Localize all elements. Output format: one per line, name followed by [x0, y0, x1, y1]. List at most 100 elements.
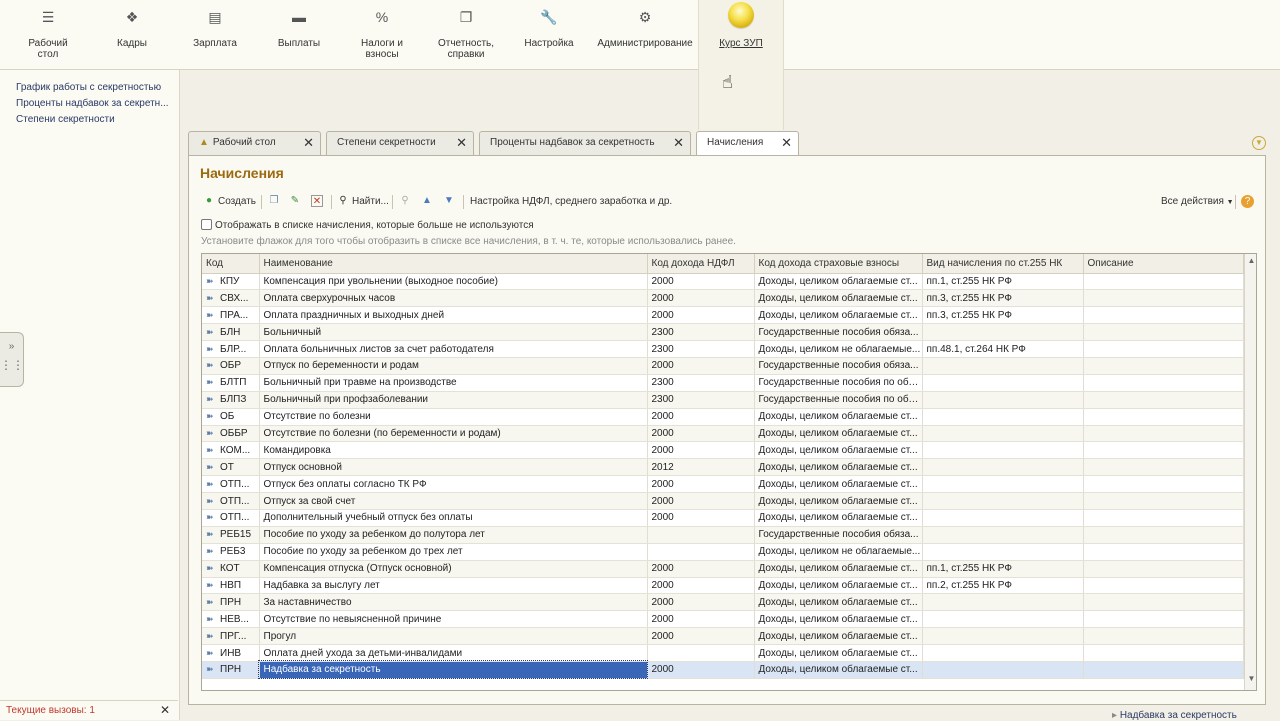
- cell-name: Отпуск без оплаты согласно ТК РФ: [259, 475, 648, 494]
- cell-code: ➽ БЛН: [202, 323, 260, 342]
- table-row[interactable]: ➽ СВХ... Оплата сверхурочных часов 2000 Дохо…: [202, 289, 1244, 308]
- table-row[interactable]: ➽ ОТП... Отпуск за свой счет 2000 Доходы, це…: [202, 492, 1244, 510]
- chevron-down-icon[interactable]: ▼: [1252, 136, 1266, 150]
- cell-name: Отсутствие по невыясненной причине: [259, 610, 648, 629]
- table-row[interactable]: ➽ БЛН Больничный 2300 Государственные пособи…: [202, 323, 1244, 342]
- nav-link-secrecy-schedule[interactable]: График работы с секретностью: [0, 80, 170, 96]
- table-row[interactable]: ➽ ПРГ... Прогул 2000 Доходы, целиком облагае…: [202, 627, 1244, 646]
- find-button[interactable]: ⚲ Найти...: [337, 193, 389, 211]
- table-row[interactable]: ➽ БЛПЗ Больничный при профзаболевании 2300 Г…: [202, 391, 1244, 409]
- column-header-insurance-code[interactable]: Код дохода страховые взносы: [754, 254, 923, 274]
- table-row[interactable]: ➽ РЕБ15 Пособие по уходу за ребенком до по…: [202, 526, 1244, 544]
- column-header-ndfl-code[interactable]: Код дохода НДФЛ: [647, 254, 755, 274]
- close-icon[interactable]: ✕: [160, 703, 170, 717]
- cell-insurance-code: Доходы, целиком облагаемые ст...: [754, 509, 923, 527]
- nav-link-secrecy-percents[interactable]: Проценты надбавок за секретн...: [0, 96, 170, 112]
- cell-ndfl-code: [647, 543, 755, 561]
- checkbox-box[interactable]: [201, 219, 212, 230]
- column-header-code[interactable]: Код: [202, 254, 260, 274]
- create-button[interactable]: ● Создать: [203, 193, 256, 211]
- open-windows-tabs: ▲ Рабочий стол ✕ Степени секретности ✕ Пр…: [188, 131, 1278, 156]
- close-icon[interactable]: ✕: [456, 132, 467, 154]
- column-header-nk255[interactable]: Вид начисления по ст.255 НК: [922, 254, 1084, 274]
- move-down-button[interactable]: ▼: [443, 193, 458, 211]
- mouse-pointer-icon: ☝: [722, 72, 733, 92]
- section-settings[interactable]: 🔧 Настройка: [518, 0, 580, 70]
- table-row[interactable]: ➽ НЕВ... Отсутствие по невыясненной причин…: [202, 610, 1244, 629]
- cell-name: Оплата дней ухода за детьми-инвалидами: [259, 644, 648, 662]
- table-row[interactable]: ➽ БЛТП Больничный при травме на производст…: [202, 374, 1244, 392]
- show-unused-checkbox[interactable]: Отображать в списке начисления, которые …: [201, 219, 534, 231]
- table-row[interactable]: ➽ ОББР Отсутствие по болезни (по беременно…: [202, 425, 1244, 443]
- section-label: Налоги и взносы: [361, 38, 403, 60]
- vertical-scrollbar[interactable]: ▲ ▼: [1244, 254, 1256, 690]
- scroll-up-icon[interactable]: ▲: [1245, 256, 1256, 270]
- cell-code: ➽ КПУ: [202, 273, 260, 291]
- table-row[interactable]: ➽ ПРН За наставничество 2000 Доходы, целиком…: [202, 593, 1244, 612]
- table-row[interactable]: ➽ БЛР... Оплата больничных листов за счет …: [202, 340, 1244, 358]
- tab-accruals[interactable]: Начисления ✕: [696, 131, 799, 156]
- cell-insurance-code: Государственные пособия обяза...: [754, 323, 923, 342]
- mark-delete-button[interactable]: ✕: [311, 193, 326, 211]
- table-row[interactable]: ➽ НВП Надбавка за выслугу лет 2000 Доходы, ц…: [202, 577, 1244, 595]
- section-course-zup[interactable]: Курс ЗУП: [698, 0, 784, 130]
- cell-code: ➽ КОТ: [202, 560, 260, 578]
- copy-button[interactable]: ❐: [268, 193, 283, 211]
- cell-code: ➽ ОТП...: [202, 509, 260, 527]
- column-header-name[interactable]: Наименование: [259, 254, 648, 274]
- table-row[interactable]: ➽ РЕБ3 Пособие по уходу за ребенком до тре…: [202, 543, 1244, 561]
- edit-button[interactable]: ✎: [289, 193, 304, 211]
- code-text: БЛТП: [220, 377, 247, 389]
- section-taxes[interactable]: % Налоги и взносы: [352, 0, 412, 70]
- close-icon[interactable]: ✕: [781, 132, 792, 154]
- tab-secrecy-degrees[interactable]: Степени секретности ✕: [326, 131, 474, 155]
- accrual-type-icon: ➽: [206, 546, 214, 557]
- cell-insurance-code: Доходы, целиком облагаемые ст...: [754, 593, 923, 612]
- people-icon: ❖: [125, 9, 139, 25]
- section-desktop[interactable]: ☰ Рабочий стол: [18, 0, 78, 70]
- table-row[interactable]: ➽ ОБР Отпуск по беременности и родам 2000 Го…: [202, 357, 1244, 375]
- section-admin[interactable]: ⚙ Администрирование: [594, 0, 696, 70]
- cell-description: [1083, 475, 1244, 494]
- section-hr[interactable]: ❖ Кадры: [104, 0, 160, 70]
- cell-ndfl-code: 2000: [647, 425, 755, 443]
- column-header-description[interactable]: Описание: [1083, 254, 1244, 274]
- cell-ndfl-code: 2300: [647, 323, 755, 342]
- table-row[interactable]: ➽ КОТ Компенсация отпуска (Отпуск основной…: [202, 560, 1244, 578]
- cell-description: [1083, 627, 1244, 646]
- tab-desktop[interactable]: ▲ Рабочий стол ✕: [188, 131, 321, 155]
- section-payroll[interactable]: ▤ Зарплата: [184, 0, 246, 70]
- scroll-down-icon[interactable]: ▼: [1245, 674, 1256, 688]
- cell-ndfl-code: 2000: [647, 289, 755, 308]
- table-row[interactable]: ➽ КПУ Компенсация при увольнении (выходное…: [202, 273, 1244, 291]
- table-row[interactable]: ➽ ПРН Надбавка за секретность 2000 Доходы, ц…: [202, 660, 1244, 680]
- code-text: ОТП...: [220, 478, 250, 490]
- nav-link-secrecy-degrees[interactable]: Степени секретности: [0, 112, 170, 128]
- close-icon[interactable]: ✕: [303, 132, 314, 154]
- table-row[interactable]: ➽ КОМ... Командировка 2000 Доходы, целиком о…: [202, 441, 1244, 460]
- cell-code: ➽ БЛПЗ: [202, 391, 260, 409]
- cancel-search-button[interactable]: ⚲: [399, 193, 414, 211]
- cell-name: Надбавка за выслугу лет: [259, 577, 648, 595]
- accrual-type-icon: ➽: [206, 478, 214, 489]
- status-link[interactable]: ▸ Надбавка за секретность: [1112, 710, 1237, 721]
- panel-collapse-handle[interactable]: » ⋮⋮: [0, 332, 24, 387]
- checkbox-label: Отображать в списке начисления, которые …: [215, 220, 534, 231]
- all-actions-button[interactable]: Все действия ▼: [1161, 193, 1234, 211]
- cell-code: ➽ ИНВ: [202, 644, 260, 662]
- table-row[interactable]: ➽ ОБ Отсутствие по болезни 2000 Доходы, цели…: [202, 408, 1244, 426]
- help-button[interactable]: ?: [1241, 193, 1257, 211]
- section-reports[interactable]: ❐ Отчетность, справки: [430, 0, 502, 70]
- close-icon[interactable]: ✕: [673, 132, 684, 154]
- cell-description: [1083, 357, 1244, 375]
- table-row[interactable]: ➽ ОТ Отпуск основной 2012 Доходы, целиком об…: [202, 458, 1244, 477]
- ndfl-settings-button[interactable]: Настройка НДФЛ, среднего заработка и др.: [470, 193, 672, 211]
- table-row[interactable]: ➽ ОТП... Отпуск без оплаты согласно ТК РФ 2…: [202, 475, 1244, 494]
- accrual-type-icon: ➽: [206, 427, 214, 438]
- table-row[interactable]: ➽ ОТП... Дополнительный учебный отпуск без…: [202, 509, 1244, 527]
- tab-secrecy-percents[interactable]: Проценты надбавок за секретность ✕: [479, 131, 691, 155]
- table-row[interactable]: ➽ ПРА... Оплата праздничных и выходных дне…: [202, 306, 1244, 325]
- section-payments[interactable]: ▬ Выплаты: [268, 0, 330, 70]
- table-row[interactable]: ➽ ИНВ Оплата дней ухода за детьми-инвалида…: [202, 644, 1244, 662]
- move-up-button[interactable]: ▲: [421, 193, 436, 211]
